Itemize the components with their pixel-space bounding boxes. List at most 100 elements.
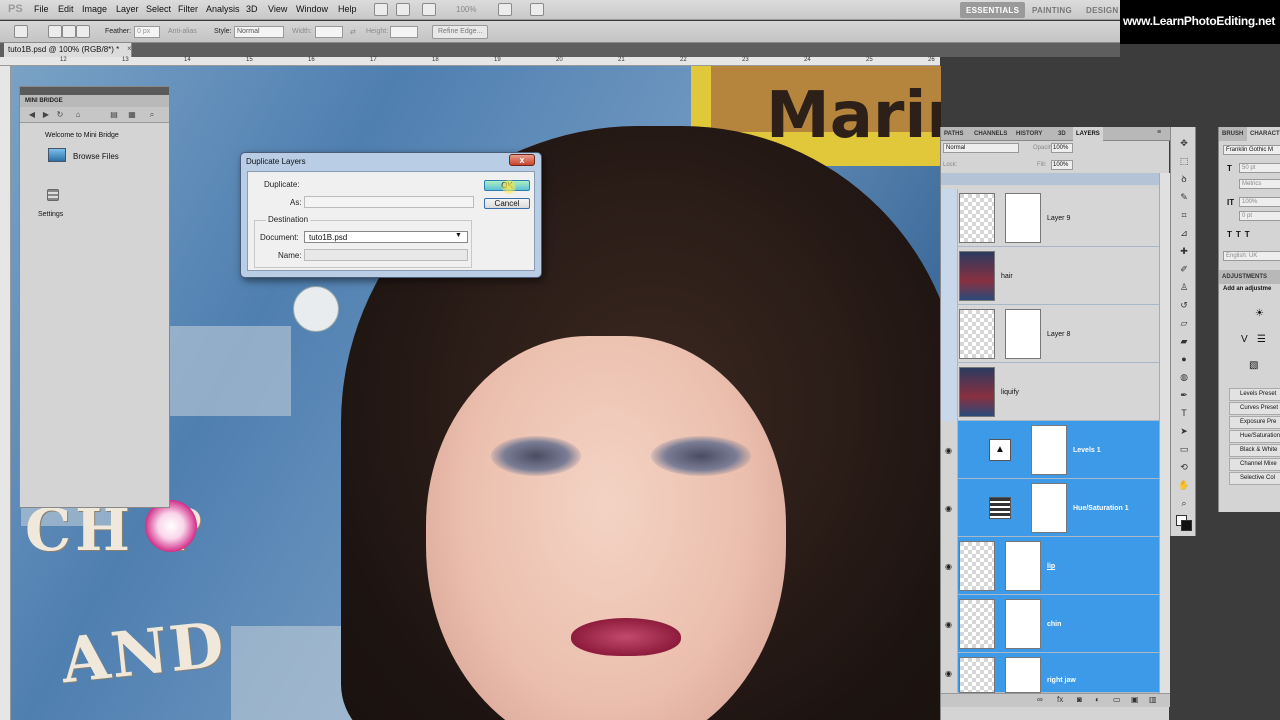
preset-black-white[interactable]: Black & White [1229, 444, 1280, 457]
tab-paths[interactable]: PATHS [941, 127, 966, 141]
3d-rotate-tool-icon[interactable]: ⟲ [1178, 461, 1190, 473]
blur-tool-icon[interactable]: ● [1178, 353, 1190, 365]
opacity-input[interactable]: 100% [1051, 143, 1073, 153]
menu-file[interactable]: File [34, 4, 49, 14]
panel-menu-icon[interactable]: ≡ [1157, 129, 1161, 136]
scale-input[interactable]: 100% [1239, 197, 1280, 207]
menu-help[interactable]: Help [338, 4, 357, 14]
panel-header-bar[interactable] [20, 87, 169, 95]
layer-row[interactable]: Layer 9 [941, 189, 1159, 247]
zoom-tool-icon[interactable]: ⌕ [1178, 497, 1190, 509]
menu-3d[interactable]: 3D [246, 4, 258, 14]
history-brush-icon[interactable]: ↺ [1178, 299, 1190, 311]
workspace-design[interactable]: DESIGN [1080, 2, 1124, 18]
tab-channels[interactable]: CHANNELS [971, 127, 1010, 141]
document-select[interactable]: tuto1B.psd ▼ [304, 231, 468, 243]
menu-select[interactable]: Select [146, 4, 171, 14]
type-tool-icon[interactable]: T [1178, 407, 1190, 419]
new-layer-icon[interactable]: ▣ [1131, 695, 1139, 704]
height-input[interactable] [390, 26, 418, 38]
fx-icon[interactable]: fx [1057, 695, 1063, 704]
tab-3d[interactable]: 3D [1055, 127, 1069, 141]
trash-icon[interactable]: ▥ [1149, 695, 1157, 704]
preset-selective-color[interactable]: Selective Col [1229, 472, 1280, 485]
visibility-toggle[interactable]: ◉ [941, 421, 958, 479]
visibility-toggle[interactable]: ◉ [941, 653, 958, 693]
launch-bridge-icon[interactable] [374, 3, 388, 16]
preset-hue-saturation[interactable]: Hue/Saturation [1229, 430, 1280, 443]
photo-filter-icon[interactable]: ▧ [1249, 360, 1258, 371]
new-group-icon[interactable]: ▭ [1113, 695, 1121, 704]
preset-curves[interactable]: Curves Preset [1229, 402, 1280, 415]
menu-layer[interactable]: Layer [116, 4, 139, 14]
search-icon[interactable]: ⌕ [146, 110, 158, 120]
tab-layers[interactable]: LAYERS [1073, 127, 1103, 141]
eraser-tool-icon[interactable]: ▱ [1178, 317, 1190, 329]
tools-icon[interactable]: ▦ [126, 110, 138, 120]
menu-analysis[interactable]: Analysis [206, 4, 240, 14]
marquee-tool-icon[interactable]: ⬚ [1178, 155, 1190, 167]
workspace-essentials[interactable]: ESSENTIALS [960, 2, 1026, 18]
tab-brush[interactable]: BRUSH [1219, 127, 1247, 141]
stamp-tool-icon[interactable]: ♙ [1178, 281, 1190, 293]
layer-row[interactable]: hair [941, 247, 1159, 305]
crop-tool-icon[interactable]: ⌗ [1178, 209, 1190, 221]
screen-mode-icon[interactable] [530, 3, 544, 16]
cancel-button[interactable]: Cancel [484, 198, 530, 209]
text-style-buttons[interactable]: TTT [1227, 230, 1254, 239]
workspace-painting[interactable]: PAINTING [1026, 2, 1078, 18]
extras-icon[interactable] [422, 3, 436, 16]
quick-select-tool-icon[interactable]: ✎ [1178, 191, 1190, 203]
visibility-toggle[interactable]: ◉ [941, 537, 958, 595]
path-select-tool-icon[interactable]: ➤ [1178, 425, 1190, 437]
subtract-selection-icon[interactable] [76, 25, 90, 38]
blend-mode-select[interactable]: Normal [943, 143, 1019, 153]
marquee-tool-preset-icon[interactable] [14, 25, 28, 38]
new-adjustment-icon[interactable]: ◐ [1095, 695, 1100, 704]
preset-exposure[interactable]: Exposure Pre [1229, 416, 1280, 429]
lasso-tool-icon[interactable]: ꝺ [1178, 173, 1190, 185]
fill-input[interactable]: 100% [1051, 160, 1073, 170]
home-icon[interactable]: ⌂ [72, 110, 84, 120]
visibility-toggle[interactable]: ◉ [941, 479, 958, 537]
settings-link[interactable]: Settings [38, 211, 63, 218]
hue-saturation-icon[interactable]: ☰ [1257, 334, 1266, 345]
menu-filter[interactable]: Filter [178, 4, 198, 14]
dodge-tool-icon[interactable]: ◍ [1178, 371, 1190, 383]
layer-row[interactable]: ◉ lip [941, 537, 1159, 595]
tab-history[interactable]: HISTORY [1013, 127, 1045, 141]
menu-window[interactable]: Window [296, 4, 328, 14]
move-tool-icon[interactable]: ✥ [1178, 137, 1190, 149]
eyedropper-tool-icon[interactable]: ⊿ [1178, 227, 1190, 239]
vibrance-icon[interactable]: V [1241, 334, 1248, 345]
width-input[interactable] [315, 26, 343, 38]
baseline-input[interactable]: 0 pt [1239, 211, 1280, 221]
back-icon[interactable]: ◀ [26, 110, 38, 120]
font-size-input[interactable]: 50 pt [1239, 163, 1280, 173]
preset-channel-mixer[interactable]: Channel Mixe [1229, 458, 1280, 471]
language-select[interactable]: English: UK [1223, 251, 1280, 261]
layer-row[interactable]: Layer 8 [941, 305, 1159, 363]
brightness-icon[interactable]: ☀ [1255, 308, 1264, 319]
browse-files-icon[interactable] [48, 148, 66, 162]
adjustments-title[interactable]: ADJUSTMENTS [1219, 270, 1280, 284]
refine-edge-button[interactable]: Refine Edge... [432, 25, 489, 39]
layer-row[interactable]: ◉ right jaw [941, 653, 1159, 693]
style-select[interactable]: Normal [234, 26, 284, 38]
menu-edit[interactable]: Edit [58, 4, 74, 14]
anti-alias-checkbox[interactable]: Anti-alias [168, 28, 197, 35]
healing-tool-icon[interactable]: ✚ [1178, 245, 1190, 257]
layer-row[interactable]: ◉ ▲ Levels 1 [941, 421, 1159, 479]
settings-icon[interactable] [47, 189, 59, 201]
layers-scrollbar[interactable] [1159, 173, 1170, 693]
layer-row[interactable]: ◉ chin [941, 595, 1159, 653]
layer-name[interactable]: lip [1047, 563, 1055, 570]
forward-icon[interactable]: ▶ [40, 110, 52, 120]
as-input[interactable] [304, 196, 474, 208]
zoom-level[interactable]: 100% [456, 5, 476, 14]
view-icon[interactable]: ▤ [108, 110, 120, 120]
add-mask-icon[interactable]: ◙ [1077, 695, 1082, 704]
visibility-toggle[interactable]: ◉ [941, 595, 958, 653]
menu-image[interactable]: Image [82, 4, 107, 14]
link-layers-icon[interactable]: ∞ [1037, 695, 1043, 704]
